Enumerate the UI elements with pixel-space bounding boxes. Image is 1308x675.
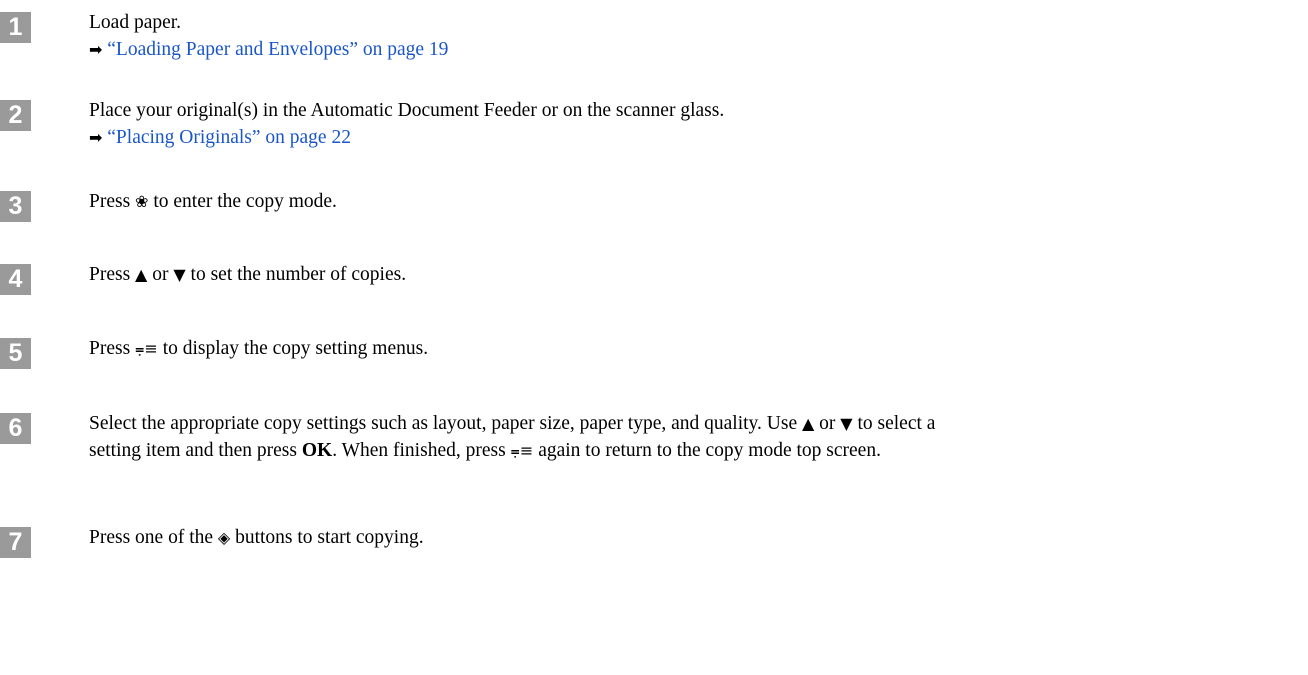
step-number: 5: [0, 338, 31, 369]
step-text: . When finished, press: [332, 440, 511, 461]
ok-button-label: OK: [301, 440, 333, 461]
step-text: Press one of the: [89, 527, 218, 548]
cross-reference-link[interactable]: “Loading Paper and Envelopes” on page 19: [107, 39, 448, 60]
step-text: or: [814, 413, 841, 434]
step-text: Select the appropriate copy settings suc…: [89, 413, 802, 434]
step-body: Press ⩦≡ to display the copy setting men…: [89, 335, 1299, 362]
step-text: Place your original(s) in the Automatic …: [89, 100, 725, 121]
step-number: 3: [0, 191, 31, 222]
step-number: 2: [0, 100, 31, 131]
step-text: Press: [89, 191, 136, 212]
menu-icon: ⩦≡: [135, 339, 158, 358]
step-text: setting item and then press: [89, 440, 302, 461]
step-number: 4: [0, 264, 31, 295]
step-text: or: [147, 264, 174, 285]
step-number: 7: [0, 527, 31, 558]
step-body: Press ❀ to enter the copy mode.: [89, 188, 1299, 215]
step-body: Place your original(s) in the Automatic …: [89, 97, 1299, 151]
up-arrow-icon: ▲: [801, 414, 815, 433]
step-text: to select a: [852, 413, 936, 434]
step-number: 6: [0, 413, 31, 444]
menu-icon: ⩦≡: [510, 441, 534, 460]
arrow-right-icon: ➡: [89, 128, 103, 147]
copy-mode-icon: ❀: [135, 192, 149, 211]
step-number: 1: [0, 12, 31, 43]
step-text: to enter the copy mode.: [148, 191, 337, 212]
down-arrow-icon: ▼: [173, 265, 186, 284]
cross-reference-link[interactable]: “Placing Originals” on page 22: [107, 127, 351, 148]
step-text: buttons to start copying.: [230, 527, 424, 548]
step-text: Press: [89, 264, 136, 285]
step-text: again to return to the copy mode top scr…: [533, 440, 881, 461]
step-text: Press: [89, 338, 136, 359]
step-text: to set the number of copies.: [185, 264, 407, 285]
step-body: Press one of the ◈ buttons to start copy…: [89, 524, 1299, 551]
arrow-right-icon: ➡: [89, 40, 103, 59]
start-button-icon: ◈: [217, 528, 231, 547]
down-arrow-icon: ▼: [840, 414, 853, 433]
step-body: Select the appropriate copy settings suc…: [89, 410, 1299, 464]
step-text: Load paper.: [89, 12, 182, 33]
step-body: Press ▲ or ▼ to set the number of copies…: [89, 261, 1299, 288]
step-body: Load paper. ➡ “Loading Paper and Envelop…: [89, 9, 1299, 63]
up-arrow-icon: ▲: [135, 265, 148, 284]
step-text: to display the copy setting menus.: [157, 338, 429, 359]
